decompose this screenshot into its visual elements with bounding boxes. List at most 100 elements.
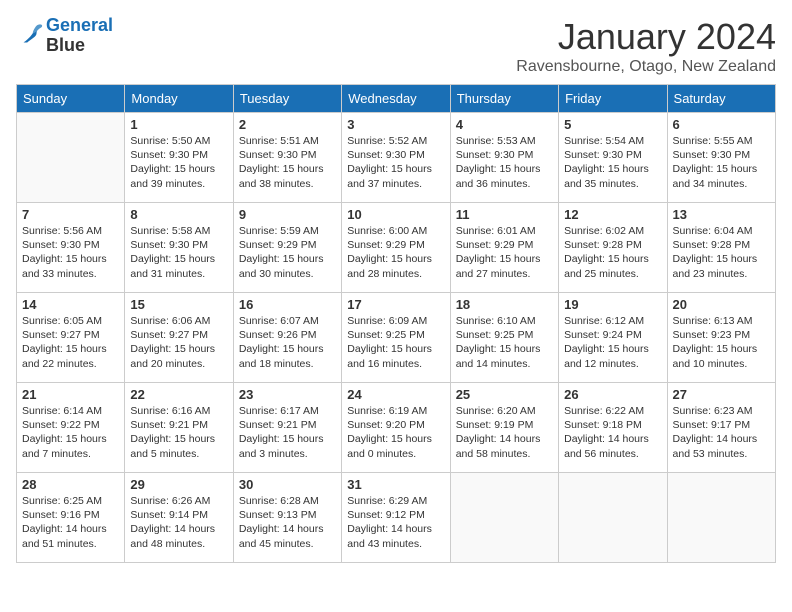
day-number: 11 bbox=[456, 207, 553, 222]
calendar-cell: 28 Sunrise: 6:25 AM Sunset: 9:16 PM Dayli… bbox=[17, 473, 125, 563]
calendar-cell: 30Sunrise: 6:28 AM Sunset: 9:13 PM Dayli… bbox=[233, 473, 341, 563]
day-info: Sunrise: 6:00 AM Sunset: 9:29 PM Dayligh… bbox=[347, 224, 444, 281]
day-info: Sunrise: 6:02 AM Sunset: 9:28 PM Dayligh… bbox=[564, 224, 661, 281]
day-info: Sunrise: 6:29 AM Sunset: 9:12 PM Dayligh… bbox=[347, 494, 444, 551]
day-info: Sunrise: 5:53 AM Sunset: 9:30 PM Dayligh… bbox=[456, 134, 553, 191]
weekday-header-friday: Friday bbox=[559, 85, 667, 113]
day-number: 7 bbox=[22, 207, 119, 222]
day-number: 20 bbox=[673, 297, 770, 312]
calendar-week-row: 7 Sunrise: 5:56 AM Sunset: 9:30 PM Daylig… bbox=[17, 203, 776, 293]
day-info: Sunrise: 6:22 AM Sunset: 9:18 PM Dayligh… bbox=[564, 404, 661, 461]
day-info: Sunrise: 5:59 AM Sunset: 9:29 PM Dayligh… bbox=[239, 224, 336, 281]
calendar-cell: 26Sunrise: 6:22 AM Sunset: 9:18 PM Dayli… bbox=[559, 383, 667, 473]
day-number: 4 bbox=[456, 117, 553, 132]
calendar-cell: 15 Sunrise: 6:06 AM Sunset: 9:27 PM Dayli… bbox=[125, 293, 233, 383]
day-number: 12 bbox=[564, 207, 661, 222]
logo: General Blue bbox=[16, 16, 113, 56]
day-info: Sunrise: 6:07 AM Sunset: 9:26 PM Dayligh… bbox=[239, 314, 336, 371]
calendar-cell: 25Sunrise: 6:20 AM Sunset: 9:19 PM Dayli… bbox=[450, 383, 558, 473]
day-number: 6 bbox=[673, 117, 770, 132]
day-info: Sunrise: 6:04 AM Sunset: 9:28 PM Dayligh… bbox=[673, 224, 770, 281]
day-info: Sunrise: 6:09 AM Sunset: 9:25 PM Dayligh… bbox=[347, 314, 444, 371]
day-number: 18 bbox=[456, 297, 553, 312]
day-info: Sunrise: 5:55 AM Sunset: 9:30 PM Dayligh… bbox=[673, 134, 770, 191]
calendar-cell: 1Sunrise: 5:50 AM Sunset: 9:30 PM Daylig… bbox=[125, 113, 233, 203]
calendar-cell bbox=[667, 473, 775, 563]
calendar-cell: 22Sunrise: 6:16 AM Sunset: 9:21 PM Dayli… bbox=[125, 383, 233, 473]
day-number: 10 bbox=[347, 207, 444, 222]
calendar-cell bbox=[450, 473, 558, 563]
calendar-cell: 23 Sunrise: 6:17 AM Sunset: 9:21 PM Dayli… bbox=[233, 383, 341, 473]
calendar-cell: 31 Sunrise: 6:29 AM Sunset: 9:12 PM Dayli… bbox=[342, 473, 450, 563]
calendar-subtitle: Ravensbourne, Otago, New Zealand bbox=[516, 58, 776, 76]
day-info: Sunrise: 6:17 AM Sunset: 9:21 PM Dayligh… bbox=[239, 404, 336, 461]
calendar-cell: 16 Sunrise: 6:07 AM Sunset: 9:26 PM Dayli… bbox=[233, 293, 341, 383]
calendar-cell bbox=[559, 473, 667, 563]
day-number: 14 bbox=[22, 297, 119, 312]
calendar-week-row: 14 Sunrise: 6:05 AM Sunset: 9:27 PM Dayli… bbox=[17, 293, 776, 383]
logo-text: General Blue bbox=[46, 16, 113, 56]
calendar-header-row: SundayMondayTuesdayWednesdayThursdayFrid… bbox=[17, 85, 776, 113]
day-info: Sunrise: 6:16 AM Sunset: 9:21 PM Dayligh… bbox=[130, 404, 227, 461]
calendar-week-row: 21 Sunrise: 6:14 AM Sunset: 9:22 PM Dayli… bbox=[17, 383, 776, 473]
day-number: 24 bbox=[347, 387, 444, 402]
calendar-cell: 3Sunrise: 5:52 AM Sunset: 9:30 PM Daylig… bbox=[342, 113, 450, 203]
day-number: 5 bbox=[564, 117, 661, 132]
calendar-cell: 6 Sunrise: 5:55 AM Sunset: 9:30 PM Daylig… bbox=[667, 113, 775, 203]
weekday-header-monday: Monday bbox=[125, 85, 233, 113]
day-number: 2 bbox=[239, 117, 336, 132]
day-info: Sunrise: 6:05 AM Sunset: 9:27 PM Dayligh… bbox=[22, 314, 119, 371]
day-info: Sunrise: 6:23 AM Sunset: 9:17 PM Dayligh… bbox=[673, 404, 770, 461]
day-info: Sunrise: 5:50 AM Sunset: 9:30 PM Dayligh… bbox=[130, 134, 227, 191]
calendar-title: January 2024 bbox=[516, 16, 776, 58]
day-number: 17 bbox=[347, 297, 444, 312]
calendar-cell: 27 Sunrise: 6:23 AM Sunset: 9:17 PM Dayli… bbox=[667, 383, 775, 473]
title-block: January 2024 Ravensbourne, Otago, New Ze… bbox=[516, 16, 776, 76]
day-info: Sunrise: 5:51 AM Sunset: 9:30 PM Dayligh… bbox=[239, 134, 336, 191]
day-info: Sunrise: 5:54 AM Sunset: 9:30 PM Dayligh… bbox=[564, 134, 661, 191]
logo-icon bbox=[16, 22, 44, 50]
day-info: Sunrise: 6:01 AM Sunset: 9:29 PM Dayligh… bbox=[456, 224, 553, 281]
day-info: Sunrise: 6:26 AM Sunset: 9:14 PM Dayligh… bbox=[130, 494, 227, 551]
day-info: Sunrise: 6:19 AM Sunset: 9:20 PM Dayligh… bbox=[347, 404, 444, 461]
calendar-cell: 12 Sunrise: 6:02 AM Sunset: 9:28 PM Dayli… bbox=[559, 203, 667, 293]
day-info: Sunrise: 6:25 AM Sunset: 9:16 PM Dayligh… bbox=[22, 494, 119, 551]
day-number: 13 bbox=[673, 207, 770, 222]
calendar-cell: 4 Sunrise: 5:53 AM Sunset: 9:30 PM Daylig… bbox=[450, 113, 558, 203]
day-number: 29 bbox=[130, 477, 227, 492]
day-number: 3 bbox=[347, 117, 444, 132]
calendar-cell: 2 Sunrise: 5:51 AM Sunset: 9:30 PM Daylig… bbox=[233, 113, 341, 203]
day-number: 16 bbox=[239, 297, 336, 312]
weekday-header-sunday: Sunday bbox=[17, 85, 125, 113]
day-number: 27 bbox=[673, 387, 770, 402]
calendar-week-row: 1Sunrise: 5:50 AM Sunset: 9:30 PM Daylig… bbox=[17, 113, 776, 203]
day-info: Sunrise: 5:56 AM Sunset: 9:30 PM Dayligh… bbox=[22, 224, 119, 281]
calendar-cell: 14 Sunrise: 6:05 AM Sunset: 9:27 PM Dayli… bbox=[17, 293, 125, 383]
day-number: 30 bbox=[239, 477, 336, 492]
day-number: 23 bbox=[239, 387, 336, 402]
calendar-cell: 9 Sunrise: 5:59 AM Sunset: 9:29 PM Daylig… bbox=[233, 203, 341, 293]
day-info: Sunrise: 6:06 AM Sunset: 9:27 PM Dayligh… bbox=[130, 314, 227, 371]
calendar-cell: 18Sunrise: 6:10 AM Sunset: 9:25 PM Dayli… bbox=[450, 293, 558, 383]
day-info: Sunrise: 6:13 AM Sunset: 9:23 PM Dayligh… bbox=[673, 314, 770, 371]
calendar-cell: 20 Sunrise: 6:13 AM Sunset: 9:23 PM Dayli… bbox=[667, 293, 775, 383]
calendar-cell: 21 Sunrise: 6:14 AM Sunset: 9:22 PM Dayli… bbox=[17, 383, 125, 473]
day-number: 31 bbox=[347, 477, 444, 492]
day-number: 21 bbox=[22, 387, 119, 402]
day-info: Sunrise: 5:58 AM Sunset: 9:30 PM Dayligh… bbox=[130, 224, 227, 281]
day-number: 15 bbox=[130, 297, 227, 312]
day-number: 9 bbox=[239, 207, 336, 222]
weekday-header-saturday: Saturday bbox=[667, 85, 775, 113]
day-number: 28 bbox=[22, 477, 119, 492]
day-info: Sunrise: 6:14 AM Sunset: 9:22 PM Dayligh… bbox=[22, 404, 119, 461]
day-number: 19 bbox=[564, 297, 661, 312]
calendar-table: SundayMondayTuesdayWednesdayThursdayFrid… bbox=[16, 84, 776, 563]
calendar-cell: 5 Sunrise: 5:54 AM Sunset: 9:30 PM Daylig… bbox=[559, 113, 667, 203]
calendar-cell: 13 Sunrise: 6:04 AM Sunset: 9:28 PM Dayli… bbox=[667, 203, 775, 293]
calendar-cell bbox=[17, 113, 125, 203]
weekday-header-wednesday: Wednesday bbox=[342, 85, 450, 113]
day-number: 25 bbox=[456, 387, 553, 402]
calendar-cell: 11 Sunrise: 6:01 AM Sunset: 9:29 PM Dayli… bbox=[450, 203, 558, 293]
calendar-cell: 7 Sunrise: 5:56 AM Sunset: 9:30 PM Daylig… bbox=[17, 203, 125, 293]
day-info: Sunrise: 6:12 AM Sunset: 9:24 PM Dayligh… bbox=[564, 314, 661, 371]
